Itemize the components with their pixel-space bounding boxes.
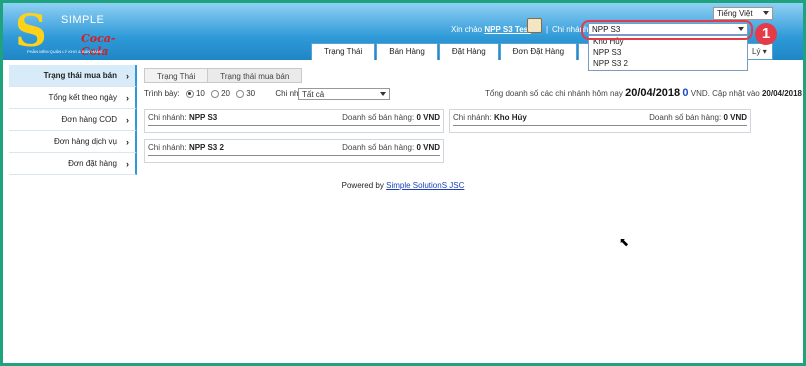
sales-summary: Tổng doanh số các chi nhánh hôm nay 20/0… — [485, 87, 803, 99]
card-sales-value: 0 VND — [416, 113, 440, 122]
breadcrumb: Trạng Thái Trạng thái mua bán — [144, 68, 303, 83]
sidebar-item-don-dat-hang[interactable]: Đơn đặt hàng › — [9, 153, 137, 175]
filter-branch-value: Tất cả — [302, 90, 325, 99]
tab-dat-hang[interactable]: Đặt Hàng — [438, 43, 499, 60]
card-sales-bar — [148, 155, 440, 156]
radio-label: 10 — [195, 89, 205, 99]
chevron-right-icon: › — [126, 137, 129, 147]
sidebar-item-don-hang-dich-vu[interactable]: Đơn hàng dịch vụ › — [9, 131, 137, 153]
card-branch-name: NPP S3 — [188, 113, 218, 122]
chevron-right-icon: › — [126, 115, 129, 125]
sidebar-item-don-hang-cod[interactable]: Đơn hàng COD › — [9, 109, 137, 131]
summary-currency: VND. — [690, 89, 710, 98]
sidebar-item-tong-ket-theo-ngay[interactable]: Tổng kết theo ngày › — [9, 87, 137, 109]
branch-card: Chi nhánh: Kho Hủy Doanh số bán hàng: 0 … — [449, 109, 751, 133]
tab-trang-thai[interactable]: Trạng Thái — [311, 43, 376, 60]
card-sales-bar — [148, 125, 440, 126]
logo-brand-text: Coca-Cola — [81, 32, 116, 58]
chevron-right-icon: › — [126, 159, 129, 169]
callout-highlight — [581, 20, 753, 40]
branch-dropdown: Kho Hủy NPP S3 NPP S3 2 — [588, 35, 748, 71]
summary-label: Tổng doanh số các chi nhánh hôm nay — [485, 89, 623, 98]
chevron-down-icon — [380, 92, 386, 96]
card-branch-label: Chi nhánh: — [453, 113, 492, 122]
card-branch-name: Kho Hủy — [493, 113, 527, 122]
summary-amount: 0 — [682, 87, 689, 99]
logo-simple-text: SIMPLE — [61, 14, 105, 26]
tab-ban-hang[interactable]: Bán Hàng — [376, 43, 438, 60]
app-frame: S SIMPLE Coca-Cola PHẦN MỀM QUẢN LÝ KHO … — [0, 0, 806, 366]
breadcrumb-item[interactable]: Trạng Thái — [144, 68, 209, 83]
card-sales-value: 0 VND — [416, 143, 440, 152]
chevron-down-icon — [763, 11, 769, 15]
radio-20[interactable] — [211, 89, 220, 98]
display-label: Trình bày: — [144, 89, 180, 99]
breadcrumb-item-current: Trạng thái mua bán — [208, 68, 303, 83]
sidebar-item-label: Đơn hàng COD — [61, 115, 118, 124]
footer-prefix: Powered by — [341, 181, 384, 190]
chevron-right-icon: › — [126, 71, 129, 81]
sidebar-item-label: Tổng kết theo ngày — [48, 93, 118, 102]
branch-card: Chi nhánh: NPP S3 Doanh số bán hàng: 0 V… — [144, 109, 444, 133]
radio-label: 20 — [221, 89, 230, 99]
updated-time: 20/04/2018 16:07 — [761, 89, 803, 98]
header: S SIMPLE Coca-Cola PHẦN MỀM QUẢN LÝ KHO … — [3, 3, 803, 71]
footer-link[interactable]: Simple SolutionS JSC — [386, 181, 464, 190]
radio-30[interactable] — [236, 89, 245, 98]
card-sales-label: Doanh số bán hàng: — [649, 113, 722, 122]
caret-down-icon: ▾ — [762, 47, 767, 56]
display-filter: Trình bày: 10 20 30 Chi nhánh: — [144, 89, 314, 101]
logo-tagline: PHẦN MỀM QUẢN LÝ KHO & BÁN HÀNG — [27, 49, 103, 54]
card-sales-label: Doanh số bán hàng: — [342, 143, 415, 152]
sidebar-item-label: Đơn đặt hàng — [68, 159, 117, 168]
greeting: Xin chào NPP S3 Test — [451, 25, 531, 34]
mouse-cursor-icon: ⬉ — [619, 235, 630, 249]
summary-date: 20/04/2018 — [625, 87, 681, 99]
sidebar-item-label: Đơn hàng dịch vụ — [53, 137, 117, 146]
callout-badge: 1 — [755, 23, 777, 45]
sidebar-item-trang-thai-mua-ban[interactable]: Trạng thái mua bán › — [9, 65, 137, 87]
user-card-icon[interactable] — [527, 18, 542, 33]
card-branch-name: NPP S3 2 — [188, 143, 224, 152]
radio-label: 30 — [246, 89, 256, 99]
sidebar: Trạng thái mua bán › Tổng kết theo ngày … — [9, 65, 137, 175]
card-sales-label: Doanh số bán hàng: — [342, 113, 415, 122]
branch-card: Chi nhánh: NPP S3 2 Doanh số bán hàng: 0… — [144, 139, 444, 163]
branch-option[interactable]: NPP S3 2 — [589, 58, 747, 69]
radio-10[interactable] — [185, 89, 194, 98]
logo[interactable]: S SIMPLE Coca-Cola PHẦN MỀM QUẢN LÝ KHO … — [9, 7, 121, 59]
language-select[interactable]: Tiếng Việt — [713, 7, 773, 20]
language-value: Tiếng Việt — [717, 9, 753, 18]
updated-label: Cập nhật vào — [712, 89, 760, 98]
tab-don-dat-hang[interactable]: Đơn Đặt Hàng — [499, 43, 578, 60]
card-sales-bar — [453, 125, 747, 126]
greeting-prefix: Xin chào — [451, 25, 483, 34]
tab-quan-ly[interactable]: Lý ▾ — [745, 43, 773, 60]
sidebar-item-label: Trạng thái mua bán — [43, 71, 117, 80]
separator: | — [546, 25, 549, 34]
filter-branch-select[interactable]: Tất cả — [298, 88, 390, 100]
main-tabs: Trạng Thái Bán Hàng Đặt Hàng Đơn Đặt Hàn… — [311, 43, 627, 60]
footer: Powered by Simple SolutionS JSC — [3, 181, 803, 190]
chevron-right-icon: › — [126, 93, 129, 103]
tab-quan-ly-label: Lý — [752, 47, 761, 56]
user-link[interactable]: NPP S3 Test — [484, 25, 530, 34]
card-sales-value: 0 VND — [723, 113, 747, 122]
branch-option[interactable]: NPP S3 — [589, 47, 747, 58]
card-branch-label: Chi nhánh: — [148, 143, 187, 152]
card-branch-label: Chi nhánh: — [148, 113, 187, 122]
